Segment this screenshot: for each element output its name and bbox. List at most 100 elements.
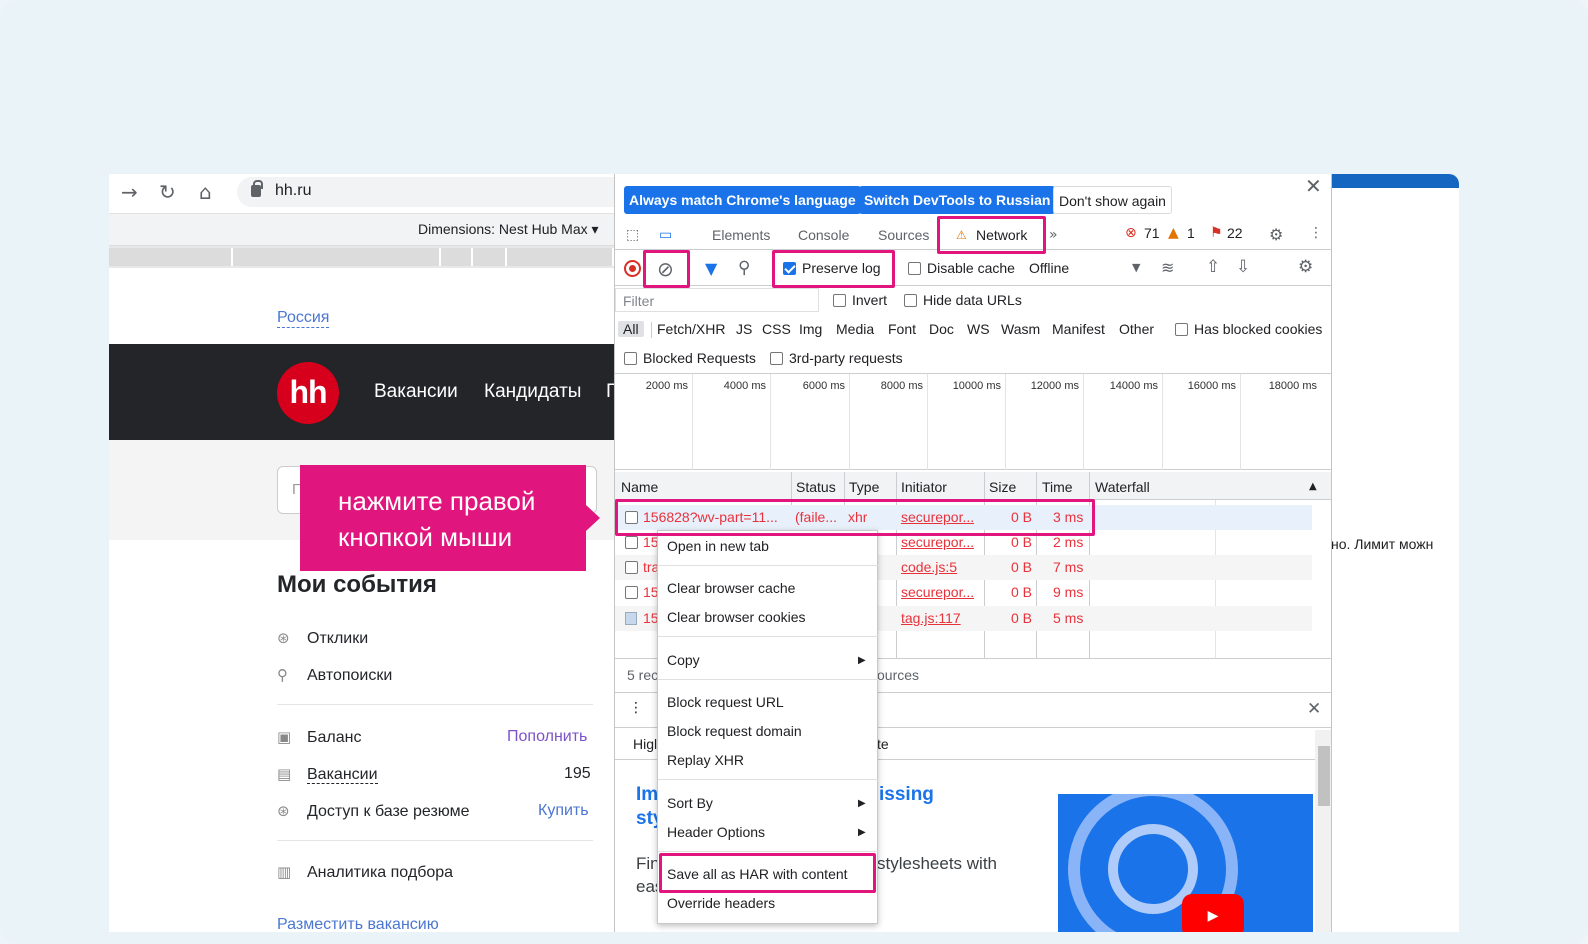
reload-icon[interactable]: ↻ [159,180,176,204]
tab-console[interactable]: Console [798,227,849,243]
table-header: Name Status Type Initiator Size Time Wat… [615,472,1331,500]
match-language-button[interactable]: Always match Chrome's language [624,186,861,214]
col-initiator[interactable]: Initiator [901,479,947,495]
menu-clear-cookies[interactable]: Clear browser cookies [667,609,806,625]
issues-count[interactable]: 22 [1227,225,1243,241]
nav-vacancies[interactable]: Вакансии [374,381,458,403]
type-img[interactable]: Img [799,321,822,337]
type-all[interactable]: All [618,321,644,337]
balance-row: ▣ Баланс [277,728,362,746]
resource-type-filters: All Fetch/XHR JS CSS Img Media Font Doc … [615,314,1331,344]
disable-cache-checkbox[interactable]: Disable cache [908,260,1015,276]
switch-russian-button[interactable]: Switch DevTools to Russian [859,186,1056,214]
has-blocked-cookies-checkbox[interactable]: Has blocked cookies [1175,321,1322,337]
sort-up-icon[interactable]: ▲ [1309,481,1317,492]
timeline-tick: 14000 ms [1084,374,1163,470]
wallet-icon: ▣ [277,728,292,746]
timeline-tick: 12000 ms [1006,374,1084,470]
buy-link[interactable]: Купить [538,802,589,820]
network-conditions-icon[interactable]: ≋ [1161,258,1174,277]
hide-data-urls-checkbox[interactable]: Hide data URLs [904,292,1022,308]
region-link[interactable]: Россия [277,309,330,328]
dont-show-button[interactable]: Don't show again [1053,186,1172,214]
col-type[interactable]: Type [849,479,879,495]
analytics-link[interactable]: ▥ Аналитика подбора [277,863,453,882]
type-fetch-xhr[interactable]: Fetch/XHR [657,321,725,337]
instruction-callout: нажмите правой кнопкой мыши [300,465,600,571]
col-waterfall[interactable]: Waterfall [1095,479,1150,495]
post-vacancy-link[interactable]: Разместить вакансию [277,916,439,932]
tab-elements[interactable]: Elements [712,227,770,243]
kebab-menu-icon[interactable]: ⋮ [1309,225,1323,241]
page-right-area [1331,174,1459,932]
device-toggle-icon[interactable]: ▭ [659,227,672,243]
record-icon[interactable] [624,260,641,277]
throttle-select[interactable]: Offline [1029,260,1069,276]
drawer-scrollbar[interactable] [1315,730,1331,932]
play-icon[interactable]: ▶ [1182,894,1244,932]
type-font[interactable]: Font [888,321,916,337]
forward-icon[interactable]: → [121,180,138,204]
vacancies-row[interactable]: ▤ Вакансии [277,765,378,784]
lock-icon [251,180,263,197]
drawer-menu-icon[interactable]: ⋮ [629,700,643,716]
hh-logo[interactable]: hh [277,362,339,424]
issues-icon: ⚑ [1210,225,1223,241]
filter-row: Filter Invert Hide data URLs [615,286,1331,314]
timeline-overview[interactable]: 2000 ms 4000 ms 6000 ms 8000 ms 10000 ms… [615,374,1331,470]
nav-candidates[interactable]: Кандидаты [484,381,581,403]
col-name[interactable]: Name [621,479,658,495]
responses-link[interactable]: ⊛ Отклики [277,629,368,648]
menu-header-options[interactable]: Header Options [667,824,765,840]
video-thumbnail[interactable]: ▶ [1058,794,1313,932]
chevron-down-icon[interactable]: ▼ [1132,261,1140,274]
invert-checkbox[interactable]: Invert [833,292,887,308]
close-icon[interactable]: ✕ [1305,174,1322,198]
divider [277,704,593,705]
menu-block-url[interactable]: Block request URL [667,694,784,710]
inspect-icon[interactable]: ⬚ [626,227,639,243]
menu-replay-xhr[interactable]: Replay XHR [667,752,744,768]
upload-icon[interactable]: ⇧ [1206,257,1220,277]
type-manifest[interactable]: Manifest [1052,321,1105,337]
col-size[interactable]: Size [989,479,1016,495]
warning-count[interactable]: 1 [1187,225,1195,241]
type-css[interactable]: CSS [762,321,791,337]
dimensions-select[interactable]: Dimensions: Nest Hub Max ▾ [418,221,599,238]
home-icon[interactable]: ⌂ [199,180,212,204]
error-count[interactable]: 71 [1144,225,1160,241]
blocked-row: Blocked Requests 3rd-party requests [615,344,1331,374]
autosearch-link[interactable]: ⚲ Автопоиски [277,666,392,685]
document-icon: ▤ [277,765,292,783]
third-party-checkbox[interactable]: 3rd-party requests [770,350,903,366]
menu-sort-by[interactable]: Sort By [667,795,713,811]
settings-icon[interactable]: ⚙ [1269,225,1283,244]
type-ws[interactable]: WS [967,321,990,337]
type-other[interactable]: Other [1119,321,1154,337]
menu-copy[interactable]: Copy [667,652,700,668]
timeline-tick: 6000 ms [771,374,850,470]
type-doc[interactable]: Doc [929,321,954,337]
menu-clear-cache[interactable]: Clear browser cache [667,580,795,596]
filter-icon[interactable]: ▼ [705,259,717,278]
download-icon[interactable]: ⇩ [1236,257,1250,277]
type-wasm[interactable]: Wasm [1001,321,1040,337]
menu-open-new-tab[interactable]: Open in new tab [667,538,769,554]
col-status[interactable]: Status [796,479,836,495]
search-icon[interactable]: ⚲ [738,258,750,278]
tab-sources[interactable]: Sources [878,227,929,243]
col-time[interactable]: Time [1042,479,1073,495]
drawer-close-icon[interactable]: ✕ [1307,699,1321,719]
url-field[interactable]: hh.ru [237,177,637,207]
more-tabs-icon[interactable]: » [1049,227,1058,243]
top-up-link[interactable]: Пополнить [507,728,587,746]
blocked-requests-checkbox[interactable]: Blocked Requests [624,350,756,366]
type-js[interactable]: JS [736,321,752,337]
type-media[interactable]: Media [836,321,874,337]
filter-input[interactable]: Filter [615,288,819,312]
menu-block-domain[interactable]: Block request domain [667,723,802,739]
search-icon: ⚲ [277,666,288,684]
menu-override-headers[interactable]: Override headers [667,895,775,911]
divider [277,840,593,841]
network-settings-icon[interactable]: ⚙ [1298,257,1313,277]
